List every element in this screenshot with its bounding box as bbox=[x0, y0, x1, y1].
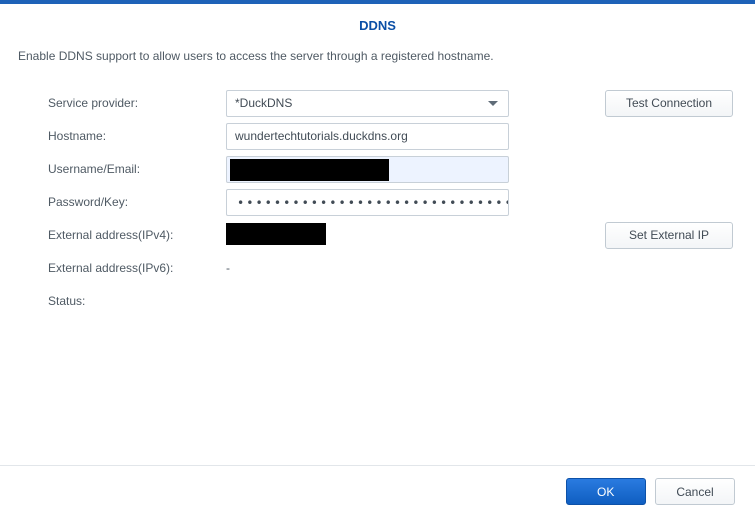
label-ext-ipv6: External address(IPv6): bbox=[48, 261, 226, 275]
dialog-footer: OK Cancel bbox=[0, 465, 755, 517]
row-hostname: Hostname: bbox=[48, 120, 737, 152]
row-service-provider: Service provider: *DuckDNS Test Connecti… bbox=[48, 87, 737, 119]
dialog-description: Enable DDNS support to allow users to ac… bbox=[0, 43, 755, 87]
service-provider-dropdown[interactable]: *DuckDNS bbox=[226, 90, 509, 117]
test-connection-button[interactable]: Test Connection bbox=[605, 90, 733, 117]
redacted-ipv4 bbox=[226, 223, 326, 245]
label-service-provider: Service provider: bbox=[48, 96, 226, 110]
cancel-button[interactable]: Cancel bbox=[655, 478, 735, 505]
label-hostname: Hostname: bbox=[48, 129, 226, 143]
dialog-header: DDNS bbox=[0, 4, 755, 43]
set-external-ip-button[interactable]: Set External IP bbox=[605, 222, 733, 249]
row-status: Status: bbox=[48, 285, 737, 317]
label-username: Username/Email: bbox=[48, 162, 226, 176]
chevron-down-icon bbox=[488, 101, 498, 106]
service-provider-value: *DuckDNS bbox=[235, 96, 488, 110]
label-status: Status: bbox=[48, 294, 226, 308]
hostname-input[interactable] bbox=[226, 123, 509, 150]
row-password: Password/Key: ••••••••••••••••••••••••••… bbox=[48, 186, 737, 218]
row-ext-ipv6: External address(IPv6): - bbox=[48, 252, 737, 284]
dialog-title: DDNS bbox=[0, 18, 755, 33]
row-username: Username/Email: bbox=[48, 153, 737, 185]
redacted-block bbox=[230, 159, 389, 181]
password-input[interactable]: ••••••••••••••••••••••••••••••••• bbox=[226, 189, 509, 216]
ddns-form: Service provider: *DuckDNS Test Connecti… bbox=[0, 87, 755, 317]
ok-button[interactable]: OK bbox=[566, 478, 646, 505]
label-ext-ipv4: External address(IPv4): bbox=[48, 228, 226, 242]
label-password: Password/Key: bbox=[48, 195, 226, 209]
ext-ipv6-value: - bbox=[226, 261, 230, 275]
username-input[interactable] bbox=[226, 156, 509, 183]
row-ext-ipv4: External address(IPv4): Set External IP bbox=[48, 219, 737, 251]
